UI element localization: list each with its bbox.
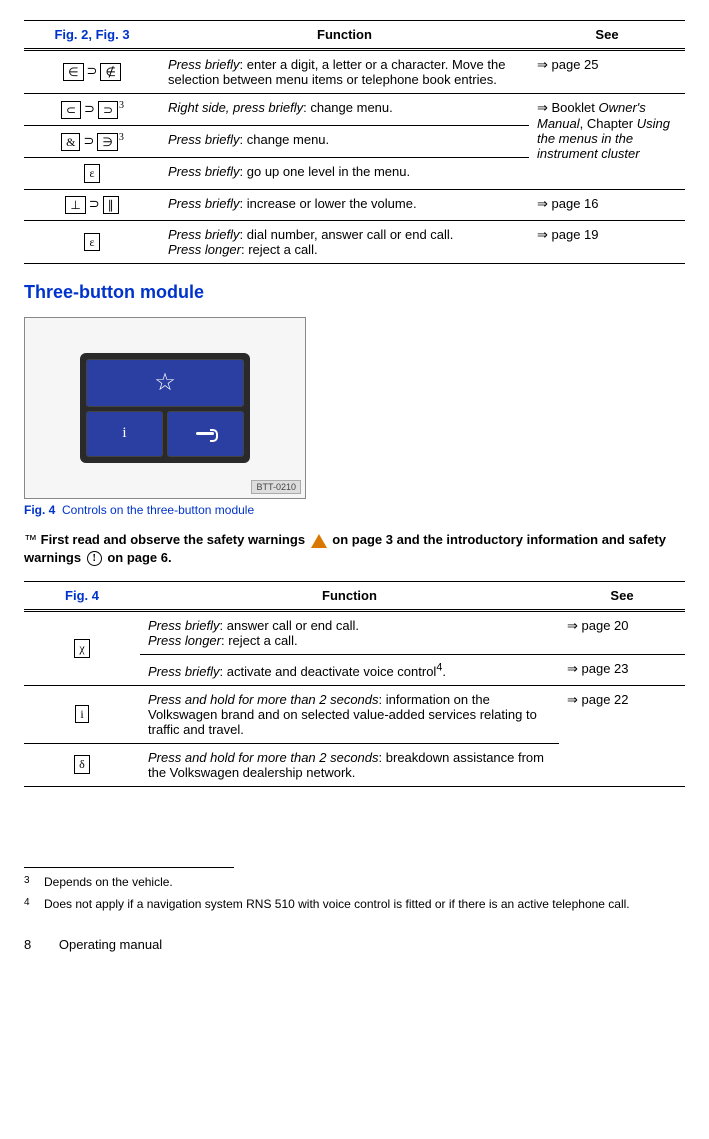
see-cell: ⇒ page 23 bbox=[559, 655, 685, 685]
th-figs: Fig. 2, Fig. 3 bbox=[24, 21, 160, 50]
figure-4-caption: Fig. 4 Controls on the three-button modu… bbox=[24, 503, 685, 517]
wrench-button-graphic bbox=[167, 411, 244, 457]
function-table-1: Fig. 2, Fig. 3 Function See ∈⊃∉Press bri… bbox=[24, 20, 685, 264]
th2-func: Function bbox=[140, 582, 559, 611]
table-row: iPress and hold for more than 2 seconds:… bbox=[24, 685, 685, 743]
symbol-cell: ∈⊃∉ bbox=[24, 50, 160, 94]
section-title: Three-button module bbox=[24, 282, 685, 303]
figure-4-text: Controls on the three-button module bbox=[62, 503, 254, 517]
figure-4-label: Fig. 4 bbox=[24, 503, 55, 517]
function-cell: Press briefly: go up one level in the me… bbox=[160, 158, 529, 189]
symbol-cell: ε bbox=[24, 220, 160, 263]
symbol-cell: δ bbox=[24, 743, 140, 786]
footnote-text: Depends on the vehicle. bbox=[44, 874, 173, 891]
see-cell: ⇒ page 25 bbox=[529, 50, 685, 94]
info-button-graphic: i bbox=[86, 411, 163, 457]
function-cell: Press briefly: dial number, answer call … bbox=[160, 220, 529, 263]
safety-warning-line: ™ First read and observe the safety warn… bbox=[24, 531, 685, 567]
function-cell: Press briefly: increase or lower the vol… bbox=[160, 189, 529, 220]
symbol-cell: ⊂⊃⊃3 bbox=[24, 94, 160, 126]
symbol-cell: χ bbox=[24, 611, 140, 685]
function-table-2: Fig. 4 Function See χPress briefly: answ… bbox=[24, 581, 685, 786]
table-row: χPress briefly: answer call or end call.… bbox=[24, 611, 685, 655]
see-cell-booklet: ⇒ Booklet Owner's Manual, Chapter Using … bbox=[529, 94, 685, 190]
table-row: ⊂⊃⊃3Right side, press briefly: change me… bbox=[24, 94, 685, 126]
three-button-module-graphic: ☆ i bbox=[80, 353, 250, 463]
function-cell: Press briefly: answer call or end call.P… bbox=[140, 611, 559, 655]
star-button-graphic: ☆ bbox=[86, 359, 244, 407]
function-cell: Press briefly: activate and deactivate v… bbox=[140, 655, 559, 685]
footnote-text: Does not apply if a navigation system RN… bbox=[44, 896, 630, 913]
function-cell: Press and hold for more than 2 seconds: … bbox=[140, 743, 559, 786]
footnote: 3Depends on the vehicle. bbox=[24, 874, 685, 891]
see-cell: ⇒ page 22 bbox=[559, 685, 685, 786]
manual-title: Operating manual bbox=[59, 937, 162, 952]
footnotes-rule bbox=[24, 867, 234, 868]
symbol-cell: &⊃∋3 bbox=[24, 126, 160, 158]
footnote-num: 4 bbox=[24, 896, 44, 913]
table-row: ∈⊃∉Press briefly: enter a digit, a lette… bbox=[24, 50, 685, 94]
th-see: See bbox=[529, 21, 685, 50]
symbol-cell: ⊥⊃∥ bbox=[24, 189, 160, 220]
page-number: 8 bbox=[24, 937, 31, 952]
footnote: 4Does not apply if a navigation system R… bbox=[24, 896, 685, 913]
table-row: εPress briefly: dial number, answer call… bbox=[24, 220, 685, 263]
function-cell: Press and hold for more than 2 seconds: … bbox=[140, 685, 559, 743]
table-row: ⊥⊃∥Press briefly: increase or lower the … bbox=[24, 189, 685, 220]
th2-figs: Fig. 4 bbox=[24, 582, 140, 611]
see-cell: ⇒ page 16 bbox=[529, 189, 685, 220]
footnote-num: 3 bbox=[24, 874, 44, 891]
figure-4: ☆ i BTT-0210 bbox=[24, 317, 306, 499]
see-cell: ⇒ page 20 bbox=[559, 611, 685, 655]
th2-see: See bbox=[559, 582, 685, 611]
function-cell: Press briefly: change menu. bbox=[160, 126, 529, 158]
symbol-cell: i bbox=[24, 685, 140, 743]
function-cell: Right side, press briefly: change menu. bbox=[160, 94, 529, 126]
th-func: Function bbox=[160, 21, 529, 50]
page-footer: 8 Operating manual bbox=[24, 937, 685, 952]
symbol-cell: ε bbox=[24, 158, 160, 189]
see-cell: ⇒ page 19 bbox=[529, 220, 685, 263]
figure-tag: BTT-0210 bbox=[251, 480, 301, 494]
function-cell: Press briefly: enter a digit, a letter o… bbox=[160, 50, 529, 94]
